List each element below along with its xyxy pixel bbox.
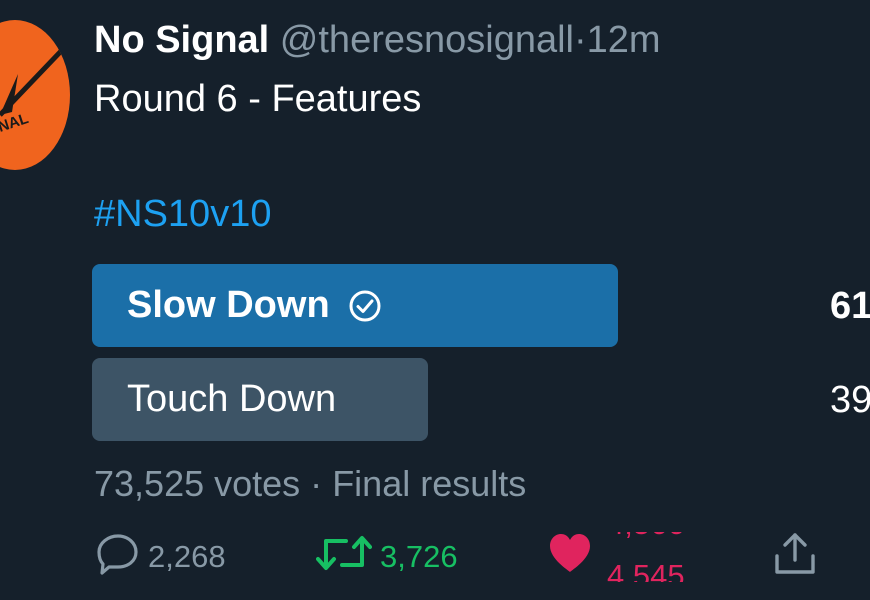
- hashtag-link[interactable]: #NS10v10: [94, 192, 271, 236]
- checkmark-circle-icon: [348, 289, 382, 323]
- share-icon: [772, 530, 818, 584]
- reply-count: 2,268: [148, 539, 226, 574]
- poll-option-label: Slow Down: [127, 284, 330, 326]
- author-name[interactable]: No Signal: [94, 19, 269, 61]
- poll-option-percent: 61: [830, 285, 870, 327]
- poll-vote-count: 73,525 votes: [94, 463, 301, 504]
- avatar-logo-text: NAL: [0, 110, 31, 136]
- like-button[interactable]: 4,566 4,545: [547, 532, 707, 582]
- poll-status: Final results: [332, 463, 527, 504]
- retweet-button[interactable]: 3,726: [316, 532, 458, 582]
- poll-meta-separator: ·: [310, 463, 323, 504]
- retweet-icon: [316, 531, 372, 583]
- poll-summary: 73,525 votes · Final results: [94, 462, 526, 506]
- like-count-previous: 4,566: [607, 532, 685, 542]
- tweet-text: Round 6 - Features: [94, 78, 422, 120]
- poll-option-touch-down: Touch Down: [92, 358, 428, 441]
- tweet-time[interactable]: 12m: [587, 19, 661, 61]
- reply-icon: [96, 531, 140, 583]
- tweet-header: No Signal @theresnosignall·12m: [94, 18, 661, 62]
- avatar[interactable]: NAL: [0, 20, 70, 170]
- heart-icon: [547, 532, 593, 582]
- poll-option-label: Touch Down: [127, 378, 337, 420]
- poll-option-percent: 39: [830, 379, 870, 421]
- like-count: 4,566 4,545: [607, 532, 707, 582]
- author-handle[interactable]: @theresnosignall: [280, 19, 574, 61]
- header-separator: ·: [573, 19, 587, 61]
- poll-option-slow-down: Slow Down: [92, 264, 618, 347]
- retweet-count: 3,726: [380, 539, 458, 574]
- reply-button[interactable]: 2,268: [96, 532, 226, 582]
- share-button[interactable]: [772, 532, 826, 582]
- like-count-current: 4,545: [607, 558, 685, 582]
